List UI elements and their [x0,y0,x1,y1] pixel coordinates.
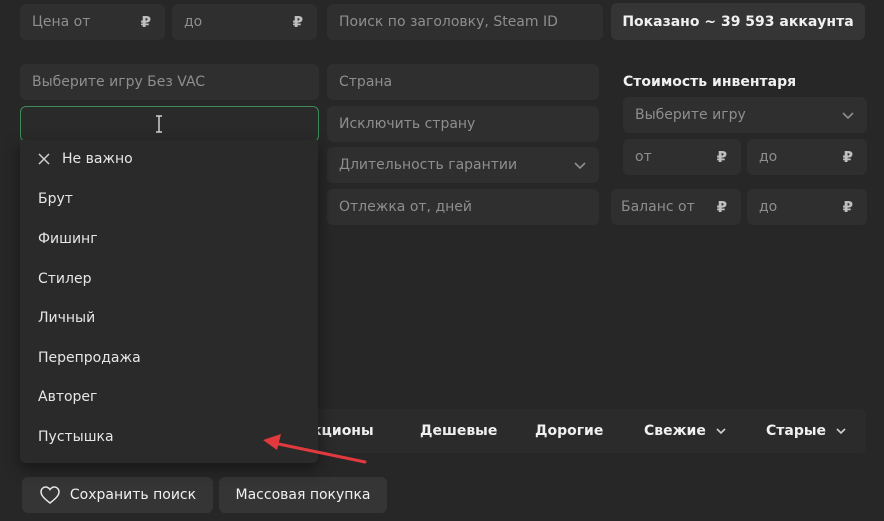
chevron-down-icon [836,428,846,435]
sort-old-label: Старые [766,423,827,439]
game-no-vac-placeholder: Выберите игру Без VAC [32,74,206,90]
ruble-icon: ₽ [716,148,727,166]
price-to-field[interactable]: до ₽ [172,4,317,40]
country-select[interactable]: Страна [327,64,599,100]
sort-cheap[interactable]: Дешевые [420,409,497,453]
dropdown-option-autoreg[interactable]: Авторег [38,389,97,405]
sort-expensive-label: Дорогие [535,423,604,439]
dropdown-option-stealer[interactable]: Стилер [38,271,91,287]
price-to-placeholder: до [184,14,203,30]
save-search-label: Сохранить поиск [69,487,197,503]
search-placeholder: Поиск по заголовку, Steam ID [339,14,558,30]
exclude-country-select[interactable]: Исключить страну [327,106,599,142]
shown-count-label: Показано ~ 39 593 аккаунта [622,13,854,30]
country-placeholder: Страна [339,74,393,90]
sort-expensive[interactable]: Дорогие [535,409,603,453]
dropdown-option-brute[interactable]: Брут [38,191,73,207]
dropdown-option-personal[interactable]: Личный [38,310,95,326]
ruble-icon: ₽ [842,148,853,166]
ruble-icon: ₽ [716,198,727,216]
inventory-cost-heading: Стоимость инвентаря [623,74,797,90]
sort-cheap-label: Дешевые [420,423,498,439]
inventory-to-field[interactable]: до ₽ [747,139,867,175]
search-input[interactable]: Поиск по заголовку, Steam ID [327,4,603,40]
ruble-icon: ₽ [292,13,303,31]
annotation-arrow [263,434,367,464]
dropdown-option-phishing[interactable]: Фишинг [38,231,98,247]
sort-fresh[interactable]: Свежие [644,409,728,453]
balance-to-field[interactable]: до ₽ [747,189,867,225]
balance-from-placeholder: Баланс от [621,199,695,215]
dropdown-none-option[interactable]: Не важно [62,151,133,167]
origin-dropdown: Не важно [20,140,318,463]
bulk-purchase-button[interactable]: Массовая покупка [219,477,387,513]
chevron-down-icon [574,162,586,170]
shown-count-button[interactable]: Показано ~ 39 593 аккаунта [611,3,865,40]
bulk-purchase-label: Массовая покупка [235,487,371,503]
price-from-placeholder: Цена от [32,14,91,30]
inventory-game-select[interactable]: Выберите игру [623,97,867,133]
balance-to-placeholder: до [759,199,778,215]
ruble-icon: ₽ [842,198,853,216]
inventory-game-placeholder: Выберите игру [635,107,746,123]
price-from-field[interactable]: Цена от ₽ [20,4,165,40]
dropdown-option-empty[interactable]: Пустышка [38,429,114,445]
close-icon[interactable] [38,153,50,165]
chevron-down-icon [842,112,854,120]
game-no-vac-select[interactable]: Выберите игру Без VAC [20,64,319,100]
balance-from-field[interactable]: Баланс от ₽ [611,189,741,225]
warranty-select[interactable]: Длительность гарантии [327,147,599,183]
warranty-placeholder: Длительность гарантии [339,157,518,173]
inventory-to-placeholder: до [759,149,778,165]
heart-icon [40,486,60,504]
save-search-button[interactable]: Сохранить поиск [22,477,213,513]
hold-days-field[interactable]: Отлежка от, дней [327,189,599,225]
sort-old[interactable]: Старые [766,409,848,453]
chevron-down-icon [716,428,726,435]
dropdown-option-resale[interactable]: Перепродажа [38,350,141,366]
inventory-from-placeholder: от [635,149,652,165]
hold-days-placeholder: Отлежка от, дней [339,199,472,215]
sort-fresh-label: Свежие [644,423,706,439]
ruble-icon: ₽ [140,13,151,31]
text-cursor-icon [156,115,162,133]
inventory-from-field[interactable]: от ₽ [623,139,741,175]
origin-select-input[interactable] [20,106,319,142]
exclude-country-placeholder: Исключить страну [339,116,476,132]
